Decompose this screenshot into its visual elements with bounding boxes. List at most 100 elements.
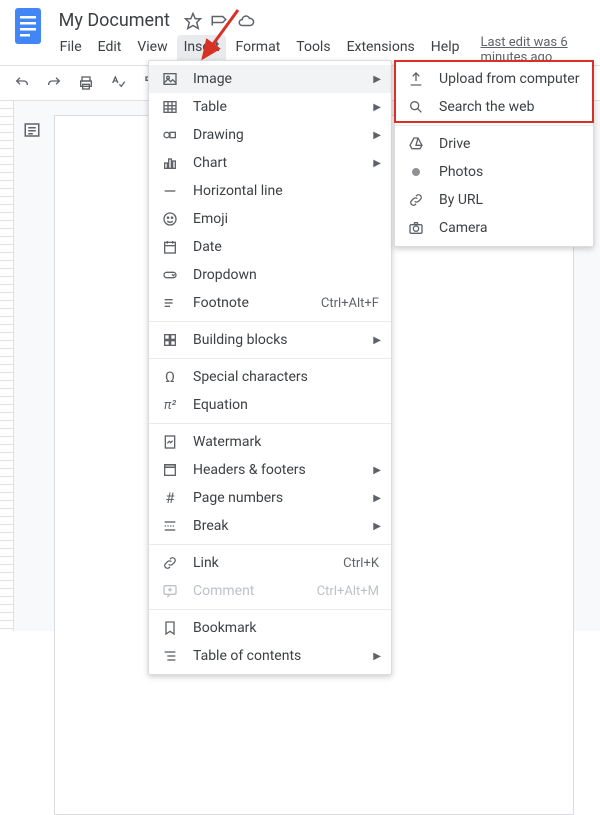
menu-label: Link — [193, 555, 219, 571]
menu-label: Special characters — [193, 369, 308, 385]
menu-label: Horizontal line — [193, 183, 283, 199]
menu-label: Table — [193, 99, 227, 115]
spellcheck-button[interactable] — [104, 69, 132, 97]
equation-icon: π² — [161, 396, 179, 414]
menu-edit[interactable]: Edit — [91, 35, 129, 65]
menu-file[interactable]: File — [53, 35, 89, 65]
omega-icon: Ω — [161, 368, 179, 386]
chevron-right-icon: ▶ — [373, 335, 381, 346]
insert-dropdown: Image ▶ Table ▶ Drawing ▶ Chart ▶ Horizo… — [148, 60, 392, 675]
menu-label: Camera — [439, 220, 488, 236]
insert-bookmark[interactable]: Bookmark — [149, 614, 391, 642]
horizontal-line-icon — [161, 182, 179, 200]
insert-special-characters[interactable]: Ω Special characters — [149, 363, 391, 391]
shortcut-label: Ctrl+Alt+F — [321, 296, 379, 311]
footnote-icon — [161, 294, 179, 312]
insert-footnote[interactable]: Footnote Ctrl+Alt+F — [149, 289, 391, 317]
insert-page-numbers[interactable]: # Page numbers ▶ — [149, 484, 391, 512]
drive-icon — [407, 135, 425, 153]
image-icon — [161, 70, 179, 88]
menu-label: Break — [193, 518, 228, 534]
menu-label: Page numbers — [193, 490, 283, 506]
image-by-url[interactable]: By URL — [395, 186, 593, 214]
menu-label: Photos — [439, 164, 483, 180]
chevron-right-icon: ▶ — [373, 74, 381, 85]
insert-building-blocks[interactable]: Building blocks ▶ — [149, 326, 391, 354]
shortcut-label: Ctrl+K — [343, 556, 379, 571]
menu-label: Comment — [193, 583, 254, 599]
insert-headers-footers[interactable]: Headers & footers ▶ — [149, 456, 391, 484]
header: My Document File Edit View Insert Format… — [0, 0, 600, 65]
document-title[interactable]: My Document — [53, 8, 176, 33]
menu-label: Watermark — [193, 434, 261, 450]
image-search-web[interactable]: Search the web — [395, 93, 593, 121]
dropdown-icon — [161, 266, 179, 284]
cloud-status-icon[interactable] — [236, 12, 256, 30]
menu-label: Headers & footers — [193, 462, 306, 478]
image-upload-from-computer[interactable]: Upload from computer — [395, 65, 593, 93]
menu-separator — [149, 609, 391, 610]
vertical-ruler — [0, 101, 14, 631]
upload-icon — [407, 70, 425, 88]
insert-chart[interactable]: Chart ▶ — [149, 149, 391, 177]
outline-icon[interactable] — [23, 121, 43, 141]
undo-button[interactable] — [8, 69, 36, 97]
chevron-right-icon: ▶ — [373, 465, 381, 476]
menu-separator — [149, 321, 391, 322]
docs-logo[interactable] — [12, 8, 45, 44]
insert-table[interactable]: Table ▶ — [149, 93, 391, 121]
image-photos[interactable]: Photos — [395, 158, 593, 186]
menu-label: Image — [193, 71, 232, 87]
chevron-right-icon: ▶ — [373, 651, 381, 662]
chevron-right-icon: ▶ — [373, 521, 381, 532]
menu-label: Date — [193, 239, 222, 255]
menu-label: Table of contents — [193, 648, 301, 664]
insert-link[interactable]: Link Ctrl+K — [149, 549, 391, 577]
camera-icon — [407, 219, 425, 237]
insert-watermark[interactable]: Watermark — [149, 428, 391, 456]
insert-horizontal-line[interactable]: Horizontal line — [149, 177, 391, 205]
page-numbers-icon: # — [161, 489, 179, 507]
menu-label: Emoji — [193, 211, 228, 227]
break-icon — [161, 517, 179, 535]
link-icon — [161, 554, 179, 572]
left-gutter — [14, 101, 52, 631]
chevron-right-icon: ▶ — [373, 130, 381, 141]
chevron-right-icon: ▶ — [373, 102, 381, 113]
chevron-right-icon: ▶ — [373, 493, 381, 504]
insert-emoji[interactable]: Emoji — [149, 205, 391, 233]
header-main: My Document File Edit View Insert Format… — [53, 8, 588, 65]
menu-separator — [149, 423, 391, 424]
menu-label: Drawing — [193, 127, 244, 143]
menu-label: Drive — [439, 136, 470, 152]
insert-image[interactable]: Image ▶ — [149, 65, 391, 93]
chevron-right-icon: ▶ — [373, 158, 381, 169]
insert-table-of-contents[interactable]: Table of contents ▶ — [149, 642, 391, 670]
headers-footers-icon — [161, 461, 179, 479]
image-drive[interactable]: Drive — [395, 130, 593, 158]
insert-break[interactable]: Break ▶ — [149, 512, 391, 540]
insert-date[interactable]: Date — [149, 233, 391, 261]
toc-icon — [161, 647, 179, 665]
date-icon — [161, 238, 179, 256]
image-camera[interactable]: Camera — [395, 214, 593, 242]
move-icon[interactable] — [210, 12, 228, 30]
insert-equation[interactable]: π² Equation — [149, 391, 391, 419]
menu-separator — [149, 544, 391, 545]
menu-label: Search the web — [439, 99, 534, 115]
image-submenu: Upload from computer Search the web Driv… — [394, 60, 594, 247]
star-icon[interactable] — [184, 12, 202, 30]
menu-separator — [149, 358, 391, 359]
search-icon — [407, 98, 425, 116]
print-button[interactable] — [72, 69, 100, 97]
redo-button[interactable] — [40, 69, 68, 97]
insert-dropdown[interactable]: Dropdown — [149, 261, 391, 289]
chart-icon — [161, 154, 179, 172]
bookmark-icon — [161, 619, 179, 637]
menu-label: Bookmark — [193, 620, 257, 636]
shortcut-label: Ctrl+Alt+M — [317, 584, 379, 599]
insert-drawing[interactable]: Drawing ▶ — [149, 121, 391, 149]
table-icon — [161, 98, 179, 116]
insert-comment: Comment Ctrl+Alt+M — [149, 577, 391, 605]
drawing-icon — [161, 126, 179, 144]
